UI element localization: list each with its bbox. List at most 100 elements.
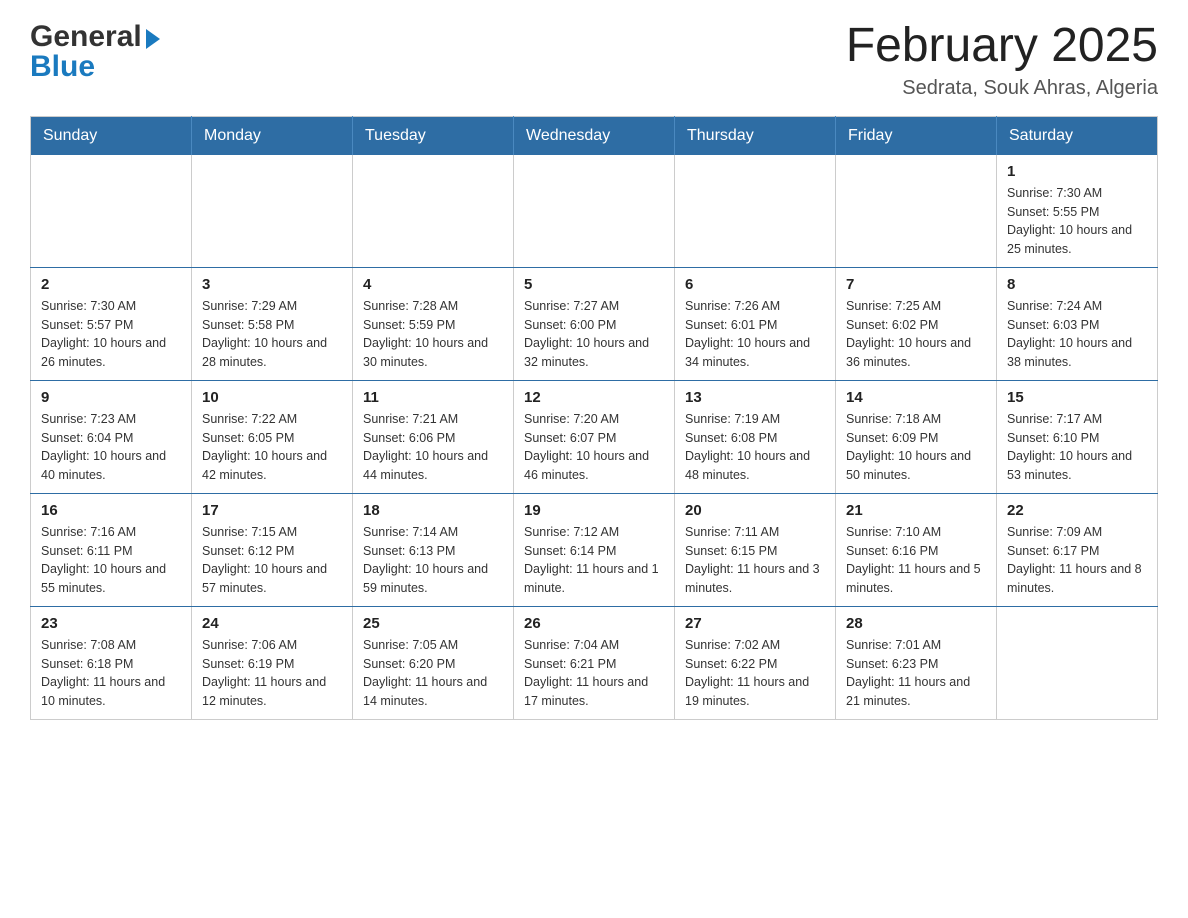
calendar-week-row: 23 Sunrise: 7:08 AMSunset: 6:18 PMDayligh… xyxy=(31,606,1158,719)
day-number: 23 xyxy=(41,615,181,632)
calendar-day-cell xyxy=(31,155,192,268)
day-number: 4 xyxy=(363,276,503,293)
day-number: 20 xyxy=(685,502,825,519)
calendar-day-cell: 16 Sunrise: 7:16 AMSunset: 6:11 PMDayligh… xyxy=(31,493,192,606)
day-number: 16 xyxy=(41,502,181,519)
day-number: 8 xyxy=(1007,276,1147,293)
calendar-day-cell: 5 Sunrise: 7:27 AMSunset: 6:00 PMDaylight… xyxy=(514,267,675,380)
day-number: 15 xyxy=(1007,389,1147,406)
day-info: Sunrise: 7:25 AMSunset: 6:02 PMDaylight:… xyxy=(846,297,986,372)
calendar-day-cell: 20 Sunrise: 7:11 AMSunset: 6:15 PMDayligh… xyxy=(675,493,836,606)
calendar-day-cell: 8 Sunrise: 7:24 AMSunset: 6:03 PMDaylight… xyxy=(997,267,1158,380)
day-number: 12 xyxy=(524,389,664,406)
calendar-week-row: 16 Sunrise: 7:16 AMSunset: 6:11 PMDayligh… xyxy=(31,493,1158,606)
calendar-day-cell xyxy=(836,155,997,268)
day-info: Sunrise: 7:14 AMSunset: 6:13 PMDaylight:… xyxy=(363,523,503,598)
day-of-week-header: Thursday xyxy=(675,116,836,155)
day-of-week-header: Wednesday xyxy=(514,116,675,155)
day-number: 3 xyxy=(202,276,342,293)
day-number: 10 xyxy=(202,389,342,406)
day-info: Sunrise: 7:23 AMSunset: 6:04 PMDaylight:… xyxy=(41,410,181,485)
day-of-week-header: Saturday xyxy=(997,116,1158,155)
calendar-day-cell: 12 Sunrise: 7:20 AMSunset: 6:07 PMDayligh… xyxy=(514,380,675,493)
day-info: Sunrise: 7:02 AMSunset: 6:22 PMDaylight:… xyxy=(685,636,825,711)
day-number: 19 xyxy=(524,502,664,519)
day-number: 22 xyxy=(1007,502,1147,519)
day-info: Sunrise: 7:27 AMSunset: 6:00 PMDaylight:… xyxy=(524,297,664,372)
day-of-week-header: Tuesday xyxy=(353,116,514,155)
calendar-day-cell: 4 Sunrise: 7:28 AMSunset: 5:59 PMDaylight… xyxy=(353,267,514,380)
day-info: Sunrise: 7:29 AMSunset: 5:58 PMDaylight:… xyxy=(202,297,342,372)
calendar-week-row: 2 Sunrise: 7:30 AMSunset: 5:57 PMDaylight… xyxy=(31,267,1158,380)
day-info: Sunrise: 7:11 AMSunset: 6:15 PMDaylight:… xyxy=(685,523,825,598)
calendar-day-cell xyxy=(514,155,675,268)
calendar-day-cell: 6Sunrise: 7:26 AMSunset: 6:01 PMDaylight… xyxy=(675,267,836,380)
calendar-day-cell: 1Sunrise: 7:30 AMSunset: 5:55 PMDaylight… xyxy=(997,155,1158,268)
day-info: Sunrise: 7:09 AMSunset: 6:17 PMDaylight:… xyxy=(1007,523,1147,598)
calendar-week-row: 9 Sunrise: 7:23 AMSunset: 6:04 PMDaylight… xyxy=(31,380,1158,493)
day-info: Sunrise: 7:21 AMSunset: 6:06 PMDaylight:… xyxy=(363,410,503,485)
day-number: 28 xyxy=(846,615,986,632)
page-header: General Blue February 2025 Sedrata, Souk… xyxy=(30,20,1158,100)
day-info: Sunrise: 7:06 AMSunset: 6:19 PMDaylight:… xyxy=(202,636,342,711)
day-number: 14 xyxy=(846,389,986,406)
calendar-day-cell: 11 Sunrise: 7:21 AMSunset: 6:06 PMDayligh… xyxy=(353,380,514,493)
day-number: 5 xyxy=(524,276,664,293)
calendar-day-cell: 17 Sunrise: 7:15 AMSunset: 6:12 PMDayligh… xyxy=(192,493,353,606)
calendar-header-row: SundayMondayTuesdayWednesdayThursdayFrid… xyxy=(31,116,1158,155)
day-number: 26 xyxy=(524,615,664,632)
day-info: Sunrise: 7:17 AMSunset: 6:10 PMDaylight:… xyxy=(1007,410,1147,485)
calendar-day-cell: 2 Sunrise: 7:30 AMSunset: 5:57 PMDaylight… xyxy=(31,267,192,380)
calendar-day-cell: 10Sunrise: 7:22 AMSunset: 6:05 PMDayligh… xyxy=(192,380,353,493)
day-number: 27 xyxy=(685,615,825,632)
calendar-day-cell: 25Sunrise: 7:05 AMSunset: 6:20 PMDayligh… xyxy=(353,606,514,719)
calendar-day-cell: 7 Sunrise: 7:25 AMSunset: 6:02 PMDaylight… xyxy=(836,267,997,380)
calendar-day-cell: 14 Sunrise: 7:18 AMSunset: 6:09 PMDayligh… xyxy=(836,380,997,493)
calendar-day-cell: 28 Sunrise: 7:01 AMSunset: 6:23 PMDayligh… xyxy=(836,606,997,719)
day-of-week-header: Friday xyxy=(836,116,997,155)
day-info: Sunrise: 7:20 AMSunset: 6:07 PMDaylight:… xyxy=(524,410,664,485)
logo-blue-text: Blue xyxy=(30,50,95,84)
calendar-day-cell xyxy=(675,155,836,268)
day-info: Sunrise: 7:24 AMSunset: 6:03 PMDaylight:… xyxy=(1007,297,1147,372)
calendar-day-cell: 21 Sunrise: 7:10 AMSunset: 6:16 PMDayligh… xyxy=(836,493,997,606)
calendar-day-cell: 26 Sunrise: 7:04 AMSunset: 6:21 PMDayligh… xyxy=(514,606,675,719)
day-info: Sunrise: 7:01 AMSunset: 6:23 PMDaylight:… xyxy=(846,636,986,711)
calendar-day-cell: 18 Sunrise: 7:14 AMSunset: 6:13 PMDayligh… xyxy=(353,493,514,606)
calendar-day-cell xyxy=(192,155,353,268)
day-info: Sunrise: 7:15 AMSunset: 6:12 PMDaylight:… xyxy=(202,523,342,598)
day-number: 24 xyxy=(202,615,342,632)
day-info: Sunrise: 7:28 AMSunset: 5:59 PMDaylight:… xyxy=(363,297,503,372)
calendar-day-cell: 13Sunrise: 7:19 AMSunset: 6:08 PMDayligh… xyxy=(675,380,836,493)
calendar-day-cell: 24 Sunrise: 7:06 AMSunset: 6:19 PMDayligh… xyxy=(192,606,353,719)
day-of-week-header: Sunday xyxy=(31,116,192,155)
month-title: February 2025 xyxy=(846,20,1158,73)
day-info: Sunrise: 7:30 AMSunset: 5:57 PMDaylight:… xyxy=(41,297,181,372)
logo-arrow-icon xyxy=(146,29,160,49)
logo: General Blue xyxy=(30,20,160,84)
day-number: 18 xyxy=(363,502,503,519)
day-info: Sunrise: 7:12 AMSunset: 6:14 PMDaylight:… xyxy=(524,523,664,598)
calendar-week-row: 1Sunrise: 7:30 AMSunset: 5:55 PMDaylight… xyxy=(31,155,1158,268)
calendar-day-cell: 27 Sunrise: 7:02 AMSunset: 6:22 PMDayligh… xyxy=(675,606,836,719)
day-info: Sunrise: 7:05 AMSunset: 6:20 PMDaylight:… xyxy=(363,636,503,711)
day-number: 6 xyxy=(685,276,825,293)
day-number: 7 xyxy=(846,276,986,293)
calendar-day-cell xyxy=(353,155,514,268)
day-info: Sunrise: 7:30 AMSunset: 5:55 PMDaylight:… xyxy=(1007,184,1147,259)
logo-general-text: General xyxy=(30,20,142,54)
calendar-table: SundayMondayTuesdayWednesdayThursdayFrid… xyxy=(30,116,1158,720)
day-info: Sunrise: 7:18 AMSunset: 6:09 PMDaylight:… xyxy=(846,410,986,485)
calendar-day-cell: 19 Sunrise: 7:12 AMSunset: 6:14 PMDayligh… xyxy=(514,493,675,606)
day-info: Sunrise: 7:10 AMSunset: 6:16 PMDaylight:… xyxy=(846,523,986,598)
calendar-day-cell: 22 Sunrise: 7:09 AMSunset: 6:17 PMDayligh… xyxy=(997,493,1158,606)
day-info: Sunrise: 7:04 AMSunset: 6:21 PMDaylight:… xyxy=(524,636,664,711)
day-number: 2 xyxy=(41,276,181,293)
day-info: Sunrise: 7:16 AMSunset: 6:11 PMDaylight:… xyxy=(41,523,181,598)
day-number: 11 xyxy=(363,389,503,406)
calendar-day-cell: 15 Sunrise: 7:17 AMSunset: 6:10 PMDayligh… xyxy=(997,380,1158,493)
day-number: 9 xyxy=(41,389,181,406)
day-number: 21 xyxy=(846,502,986,519)
day-number: 17 xyxy=(202,502,342,519)
day-info: Sunrise: 7:08 AMSunset: 6:18 PMDaylight:… xyxy=(41,636,181,711)
